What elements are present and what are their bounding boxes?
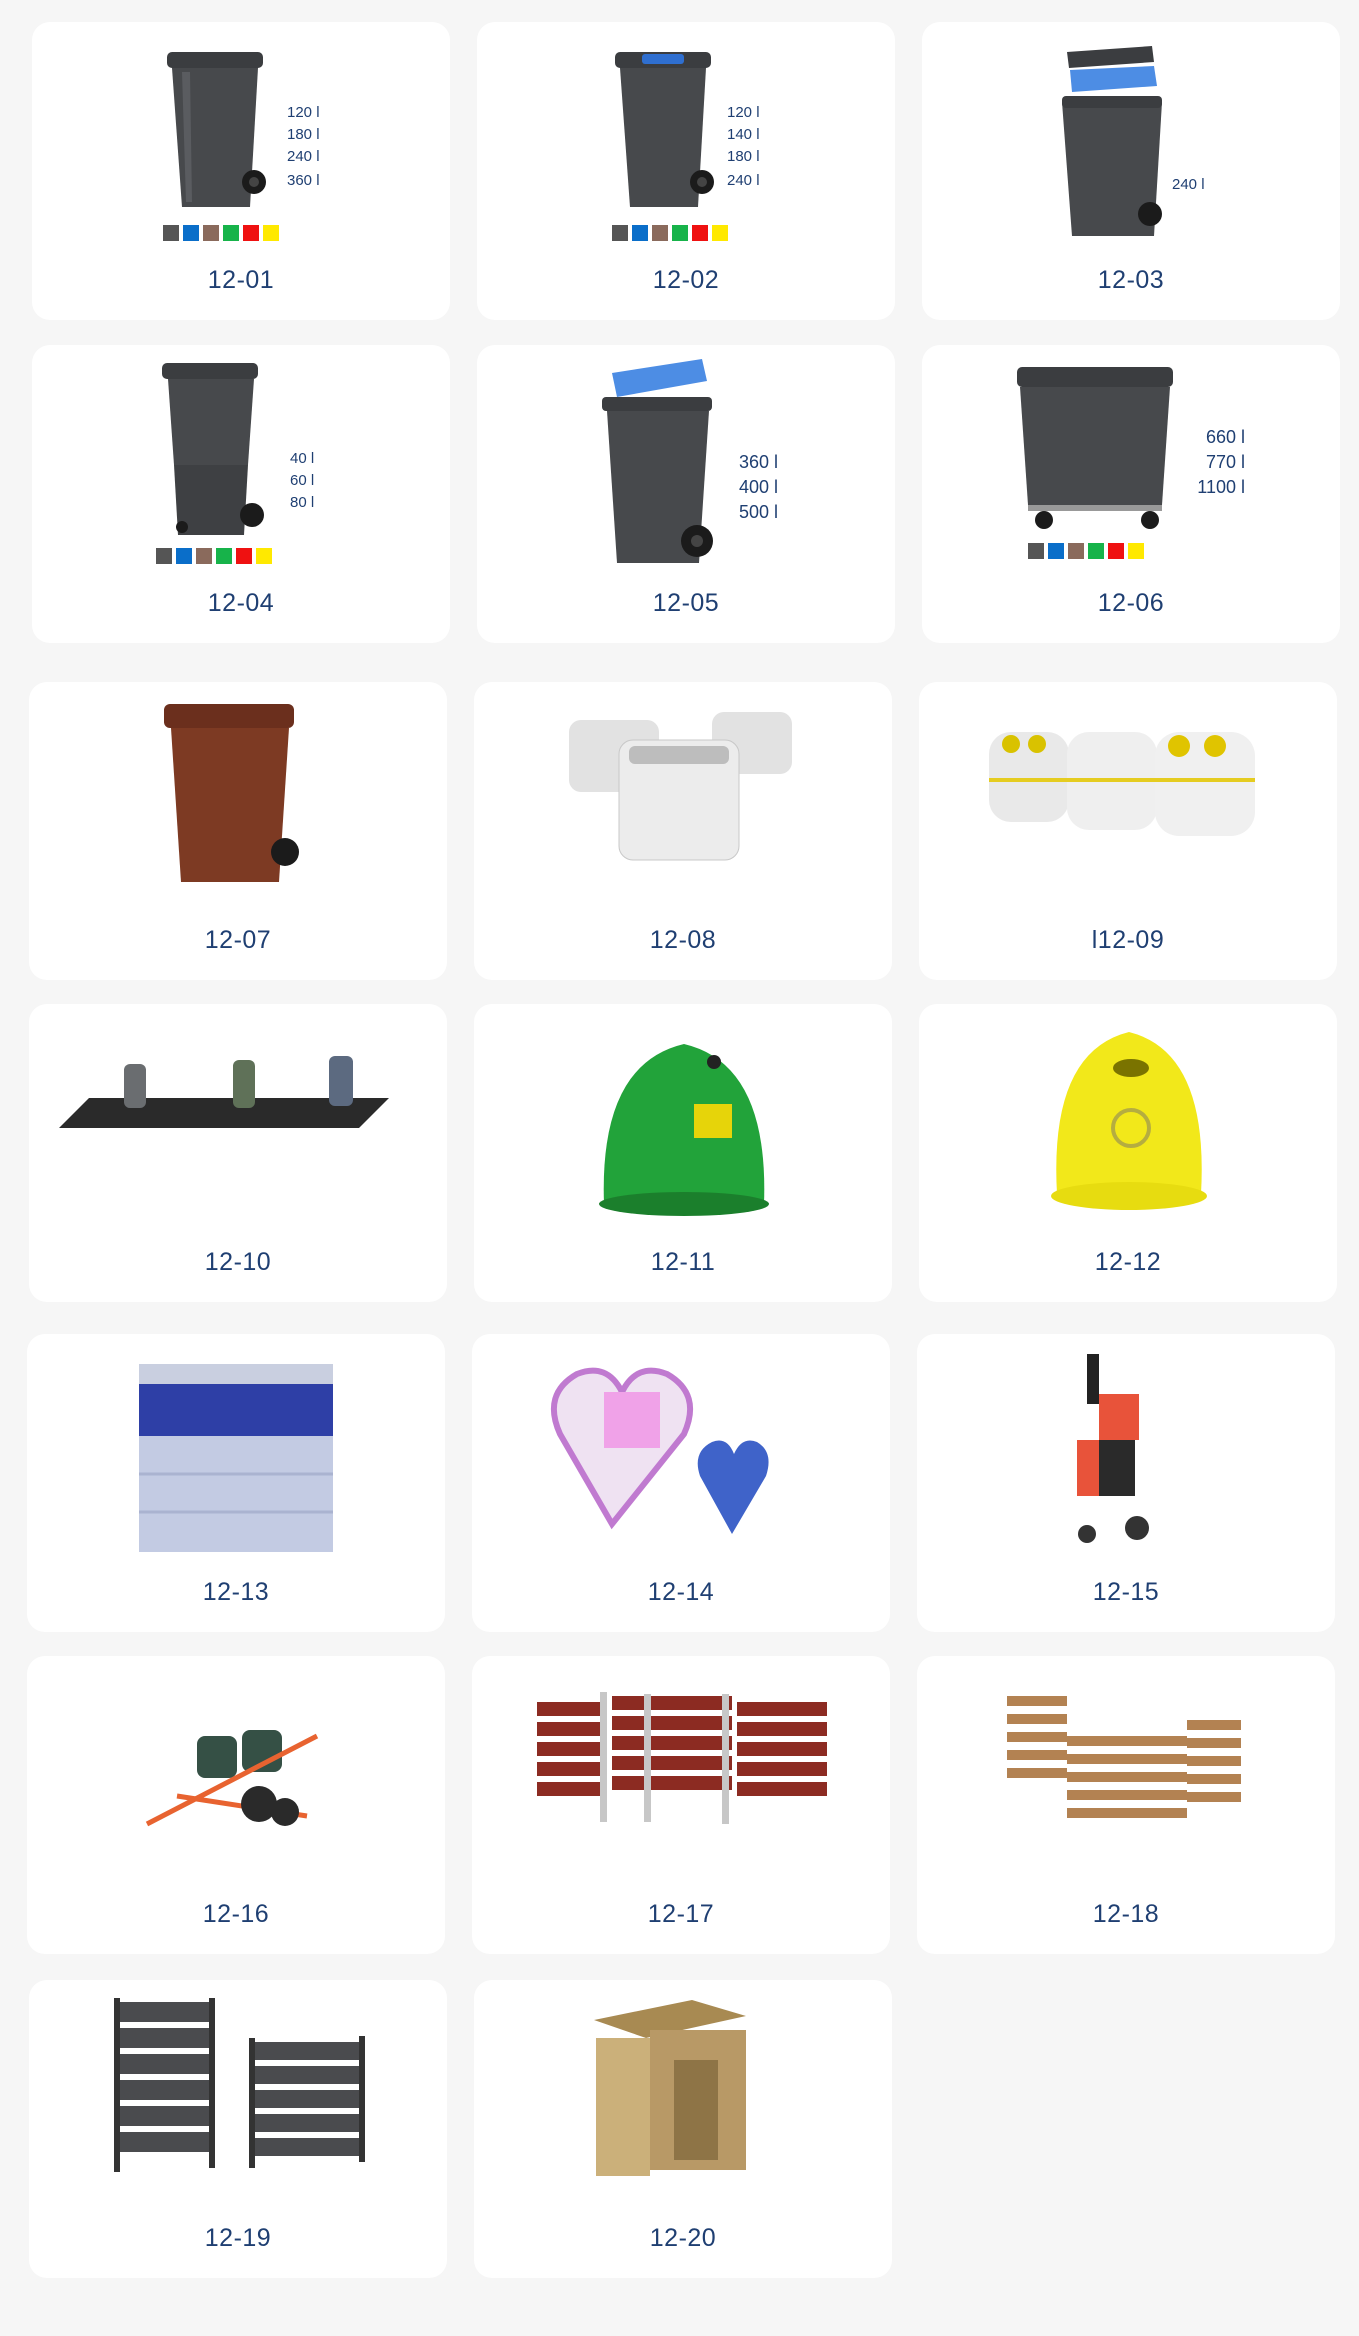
product-card-12-18[interactable]: 12-18 [917, 1656, 1335, 1954]
heart-cap-collector-icon [550, 1367, 769, 1534]
product-code: 12-19 [204, 2224, 272, 2252]
capacity-list: 120 l 140 l 180 l 240 l [727, 104, 760, 189]
product-card-12-02[interactable]: 120 l 140 l 180 l 240 l 12-02 [477, 22, 895, 320]
capacity-list: 120 l 180 l 240 l 360 l [287, 104, 320, 189]
product-card-12-16[interactable]: 12-16 [27, 1656, 445, 1954]
product-card-12-01[interactable]: 120 l 180 l 240 l 360 l 12-01 [32, 22, 450, 320]
product-card-12-19[interactable]: 12-19 [29, 1980, 447, 2278]
product-card-12-08[interactable]: 12-08 [474, 682, 892, 980]
product-card-12-13[interactable]: 12-13 [27, 1334, 445, 1632]
color-swatches [1028, 543, 1144, 559]
product-code: 12-06 [1097, 589, 1165, 617]
product-code: 12-20 [649, 2224, 717, 2252]
product-card-12-14[interactable]: 12-14 [472, 1334, 890, 1632]
product-code: 12-08 [649, 926, 717, 954]
paper-container-icon [139, 1364, 333, 1552]
product-card-12-11[interactable]: 12-11 [474, 1004, 892, 1302]
capacity-list: 660 l 770 l 1100 l [1197, 427, 1245, 497]
product-code: 12-11 [650, 1248, 716, 1276]
product-card-12-03[interactable]: 240 l 12-03 [922, 22, 1340, 320]
color-swatches [163, 225, 279, 241]
wood-fence-icon [1007, 1696, 1241, 1818]
green-igloo-icon [599, 1044, 769, 1216]
product-grid: 120 l 180 l 240 l 360 l 12-01 120 l 140 l 180… [0, 0, 1359, 2336]
product-code: 12-13 [202, 1578, 270, 1606]
white-containers-icon [569, 712, 792, 861]
color-swatches [612, 225, 728, 241]
product-code: 12-10 [204, 1248, 272, 1276]
brown-wheelie-bin-icon [164, 704, 299, 882]
bins-on-platform-icon [59, 1056, 389, 1128]
product-card-12-20[interactable]: 12-20 [474, 1980, 892, 2278]
product-code: 12-02 [652, 266, 720, 294]
product-card-12-04[interactable]: 40 l 60 l 80 l 12-04 [32, 345, 450, 643]
product-code: 12-15 [1092, 1578, 1160, 1606]
capacity-list: 40 l 60 l 80 l [290, 450, 315, 511]
product-code: 12-16 [202, 1900, 270, 1928]
product-card-12-06[interactable]: 660 l 770 l 1100 l 12-06 [922, 345, 1340, 643]
product-code: 12-17 [647, 1900, 715, 1928]
product-code: 12-05 [652, 589, 720, 617]
color-swatches [156, 548, 272, 564]
capacity-list: 360 l 400 l 500 l [739, 452, 779, 522]
product-code: 12-18 [1092, 1900, 1160, 1928]
grey-fence-panels-icon [114, 1998, 365, 2172]
cleaning-cart-icon [1077, 1354, 1149, 1543]
product-code: 12-04 [207, 589, 275, 617]
product-card-12-07[interactable]: 12-07 [29, 682, 447, 980]
product-code: l12-09 [1091, 926, 1165, 954]
bin-open-lid-icon [1062, 46, 1162, 236]
large-bin-blue-lid-icon [602, 359, 713, 563]
igloo-white-yellow-icon [989, 732, 1255, 836]
product-card-12-10[interactable]: 12-10 [29, 1004, 447, 1302]
product-card-12-05[interactable]: 360 l 400 l 500 l 12-05 [477, 345, 895, 643]
product-code: 12-01 [207, 266, 275, 294]
capacity-list: 240 l [1172, 176, 1205, 193]
product-code: 12-14 [647, 1578, 715, 1606]
wooden-bin-shed-icon [594, 2000, 746, 2176]
double-bin-cart-icon [145, 1730, 319, 1827]
product-card-12-15[interactable]: 12-15 [917, 1334, 1335, 1632]
product-card-12-09[interactable]: l12-09 [919, 682, 1337, 980]
product-code: 12-03 [1097, 266, 1165, 294]
product-card-12-12[interactable]: 12-12 [919, 1004, 1337, 1302]
product-code: 12-07 [204, 926, 272, 954]
red-wood-fence-icon [537, 1692, 827, 1824]
product-card-12-17[interactable]: 12-17 [472, 1656, 890, 1954]
yellow-igloo-icon [1051, 1032, 1207, 1210]
product-code: 12-12 [1094, 1248, 1162, 1276]
